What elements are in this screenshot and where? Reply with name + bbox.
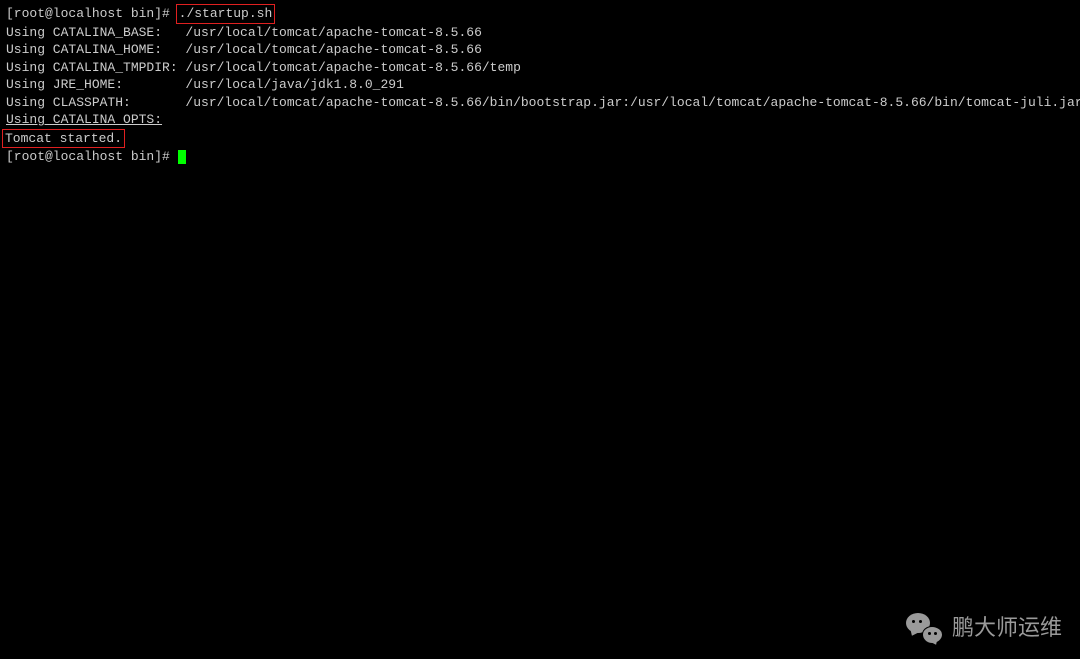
prompt-line-1: [root@localhost bin]# ./startup.sh <box>6 4 1074 24</box>
tomcat-started-text: Tomcat started. <box>5 131 122 146</box>
shell-prompt: [root@localhost bin]# <box>6 6 178 21</box>
startup-command: ./startup.sh <box>179 6 273 21</box>
shell-prompt-2: [root@localhost bin]# <box>6 149 178 164</box>
watermark: 鹏大师运维 <box>906 613 1062 643</box>
command-highlight-box: ./startup.sh <box>176 4 276 24</box>
prompt-line-2[interactable]: [root@localhost bin]# <box>6 148 1074 166</box>
output-catalina-base: Using CATALINA_BASE: /usr/local/tomcat/a… <box>6 24 1074 42</box>
output-catalina-tmpdir: Using CATALINA_TMPDIR: /usr/local/tomcat… <box>6 59 1074 77</box>
started-highlight-box: Tomcat started. <box>2 129 125 149</box>
watermark-text: 鹏大师运维 <box>952 613 1062 643</box>
output-jre-home: Using JRE_HOME: /usr/local/java/jdk1.8.0… <box>6 76 1074 94</box>
wechat-icon <box>906 613 942 643</box>
cursor <box>178 150 186 164</box>
output-catalina-home: Using CATALINA_HOME: /usr/local/tomcat/a… <box>6 41 1074 59</box>
tomcat-started-line: Tomcat started. <box>6 129 1074 149</box>
output-classpath: Using CLASSPATH: /usr/local/tomcat/apach… <box>6 94 1074 112</box>
output-catalina-opts: Using CATALINA_OPTS: <box>6 111 1074 129</box>
